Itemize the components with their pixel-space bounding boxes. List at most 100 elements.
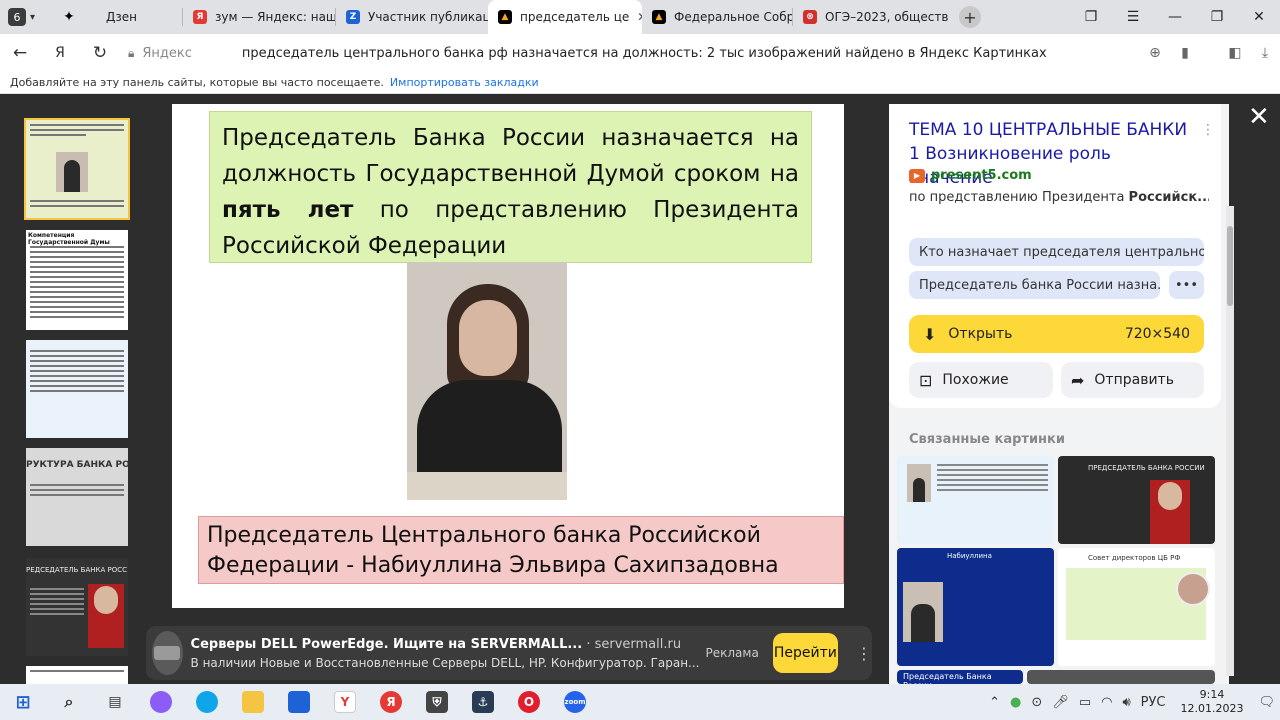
more-queries-icon[interactable]: ••• [1169, 271, 1204, 299]
query-pill[interactable]: Кто назначает председателя центральног..… [909, 238, 1204, 266]
language-indicator[interactable]: РУС [1141, 695, 1166, 710]
yandex-home-icon[interactable]: Я [40, 34, 80, 72]
similar-button[interactable]: ⊡ Похожие [909, 362, 1053, 398]
tab-label: Федеральное Собр [674, 10, 792, 24]
thumbnail-caption: РЕДСЕДАТЕЛЬ БАНКА РОСС [26, 566, 128, 574]
tray-app-icon[interactable]: ● [1010, 695, 1021, 710]
related-image[interactable]: ПРЕДСЕДАТЕЛЬ БАНКА РОССИИ [1058, 456, 1215, 544]
more-icon[interactable]: ⋮ [856, 644, 872, 663]
thumbnail-item[interactable]: Компетенция Государственной Думы [26, 230, 128, 330]
clock[interactable]: 9:14 12.01.2023 [1181, 688, 1244, 716]
tab-dzen[interactable]: ✦ Дзен [52, 0, 182, 34]
ad-go-button[interactable]: Перейти [772, 633, 838, 673]
task-view-icon[interactable]: ▤ [92, 684, 138, 720]
yandex-browser-icon[interactable]: Y [322, 684, 368, 720]
present5-icon: ▶ [909, 168, 925, 183]
download-icon[interactable]: ⤓ [1250, 45, 1280, 61]
new-tab-button[interactable]: + [959, 6, 981, 28]
notifications-icon[interactable]: 🗨︎ [1258, 695, 1275, 710]
game-shield-icon[interactable]: ⛨ [414, 684, 460, 720]
thumbnail-item[interactable]: РУКТУРА БАНКА РОСС [26, 448, 128, 546]
source-card: ТЕМА 10 ЦЕНТРАЛЬНЫЕ БАНКИ 1 Возникновени… [889, 104, 1221, 408]
tab-label: Участник публикац [368, 10, 488, 24]
related-image[interactable]: Набиуллина [897, 548, 1054, 666]
window-controls: ❐ ☰ — ❐ ✕ [1070, 0, 1280, 34]
wifi-icon[interactable]: ◠ [1101, 695, 1112, 710]
tray-chevron-icon[interactable]: ⌃ [989, 695, 1000, 710]
back-arrow-icon[interactable]: ← [0, 34, 40, 72]
bookmark-icon[interactable]: ▮ [1170, 45, 1200, 61]
bookmarks-hint: Добавляйте на эту панель сайты, которые … [10, 76, 384, 89]
related-heading: Связанные картинки [909, 432, 1065, 447]
more-vertical-icon[interactable]: ⋮ [1201, 122, 1215, 138]
warships-icon[interactable]: ⚓ [460, 684, 506, 720]
import-bookmarks-link[interactable]: Импортировать закладки [390, 76, 539, 89]
yandex-icon[interactable]: Я [368, 684, 414, 720]
thumbnail-item[interactable] [26, 340, 128, 438]
system-tray: ⌃ ● ⊙ 🎤︎ ▭ ◠ 🔊︎ РУС 9:14 12.01.2023 🗨︎ [984, 684, 1280, 720]
mail-icon[interactable] [276, 684, 322, 720]
slide-heading-bold: пять лет [222, 197, 354, 223]
menu-icon[interactable]: ☰ [1112, 0, 1154, 34]
close-window-icon[interactable]: ✕ [1238, 0, 1280, 34]
share-button[interactable]: ➦ Отправить [1061, 362, 1204, 398]
minimize-icon[interactable]: — [1154, 0, 1196, 34]
address-domain[interactable]: Яндекс [142, 46, 192, 61]
edge-icon[interactable] [184, 684, 230, 720]
source-link[interactable]: ▶ present5.com [909, 168, 1032, 183]
panel-scrollbar[interactable] [1226, 206, 1234, 676]
tab-label: Дзен [106, 10, 137, 24]
opera-icon[interactable]: O [506, 684, 552, 720]
query-pill[interactable]: Председатель банка России назна... [909, 271, 1160, 299]
related-image[interactable] [1027, 670, 1215, 684]
location-icon[interactable]: ⊙ [1031, 695, 1042, 710]
clock-date: 12.01.2023 [1180, 702, 1244, 715]
close-viewer-icon[interactable]: ✕ [1248, 102, 1270, 132]
ad-domain: · servermall.ru [586, 636, 682, 652]
taskbar: ⊞ ⌕ ▤ Y Я ⛨ ⚓ O zoom ⌃ ● ⊙ 🎤︎ ▭ ◠ 🔊︎ РУС… [0, 684, 1280, 720]
volume-icon[interactable]: 🔊︎ [1122, 695, 1130, 710]
slide-caption: Председатель Центрального банка Российск… [198, 516, 844, 584]
ad-title[interactable]: Серверы DELL PowerEdge. Ищите на SERVERM… [191, 637, 583, 652]
battery-icon[interactable]: ▭ [1079, 695, 1091, 710]
image-viewer: Компетенция Государственной Думы РУКТУРА… [0, 94, 1280, 684]
address-page-title[interactable]: председатель центрального банка рф назна… [242, 46, 1047, 61]
dzen-icon: ✦ [63, 9, 75, 25]
open-button[interactable]: ⬇ Открыть 720×540 [909, 315, 1204, 353]
search-icon[interactable]: ⌕ [46, 684, 92, 720]
collections-icon[interactable]: ❐ [1070, 0, 1112, 34]
tab-participant[interactable]: Z Участник публикац [336, 0, 488, 34]
tab-federal-assembly[interactable]: ▲ Федеральное Собр [642, 0, 792, 34]
windows-start-icon[interactable]: ⊞ [0, 684, 46, 720]
related-caption: Совет директоров ЦБ РФ [1088, 554, 1181, 562]
related-image[interactable] [897, 456, 1054, 544]
tab-zoom-search[interactable]: Я зум — Яндекс: наш [183, 0, 335, 34]
tab-counter[interactable]: 6 ▾ [8, 4, 52, 30]
address-bar: ← Я ↻ 🔒︎ Яндекс председатель центральног… [0, 34, 1280, 72]
restore-icon[interactable]: ❐ [1196, 0, 1238, 34]
thumbnail-item[interactable] [26, 666, 128, 684]
related-image[interactable]: Председатель Банка России [897, 670, 1023, 684]
reload-icon[interactable]: ↻ [80, 34, 120, 72]
tab-label: председатель це [520, 10, 630, 24]
slide-heading-text: Председатель Банка России назначается на… [222, 125, 799, 187]
related-image[interactable]: Совет директоров ЦБ РФ [1058, 548, 1215, 666]
tab-chairman-active[interactable]: ▲ председатель це ✕ [488, 0, 642, 34]
zoom-icon[interactable]: zoom [552, 684, 598, 720]
thumbnail-item[interactable]: РЕДСЕДАТЕЛЬ БАНКА РОСС [26, 558, 128, 656]
alice-icon[interactable] [138, 684, 184, 720]
extensions-icon[interactable]: ◧ [1220, 45, 1250, 61]
tab-oge[interactable]: ⊗ ОГЭ–2023, обществ [793, 0, 949, 34]
microphone-icon[interactable]: 🎤︎ [1052, 695, 1069, 710]
source-description: по представлению Президента Российск... [909, 190, 1209, 205]
tab-label: зум — Яндекс: наш [215, 10, 335, 24]
ad-banner[interactable]: Серверы DELL PowerEdge. Ищите на SERVERM… [146, 626, 872, 680]
tab-count-badge: 6 [8, 8, 26, 26]
slide-heading: Председатель Банка России назначается на… [209, 111, 812, 263]
translate-icon[interactable]: ⊕ [1140, 45, 1170, 61]
main-image[interactable]: Председатель Банка России назначается на… [172, 104, 844, 608]
folder-icon[interactable] [230, 684, 276, 720]
thumbnail-item[interactable] [24, 118, 130, 220]
yandex-images-icon: ▲ [652, 10, 666, 24]
similar-search-icon: ⊡ [919, 370, 933, 390]
